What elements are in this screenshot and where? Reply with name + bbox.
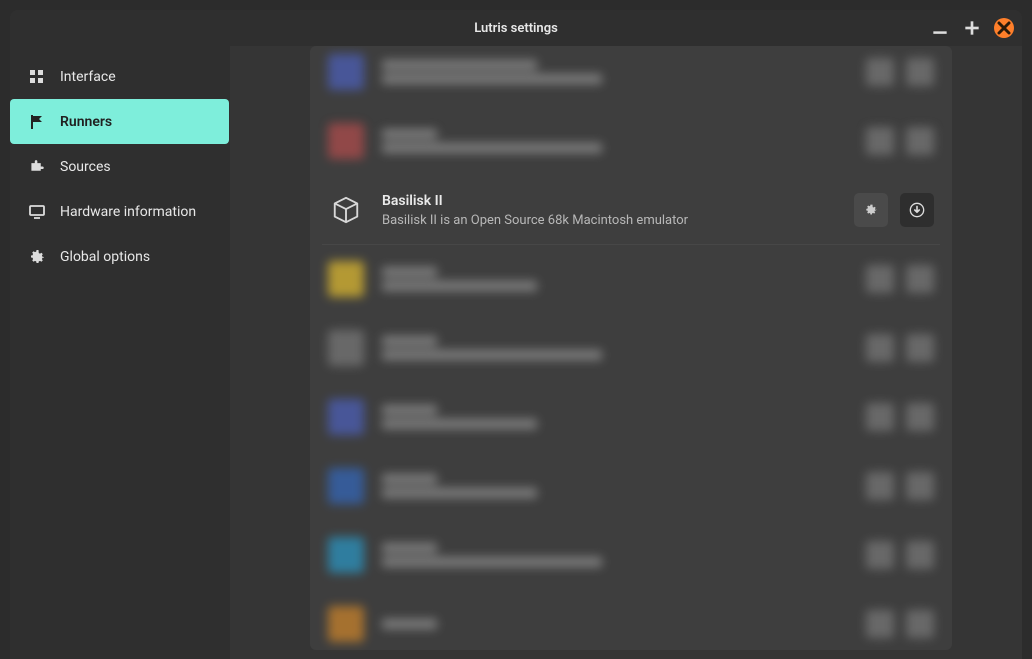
- runner-desc: [382, 419, 537, 429]
- runner-description: Basilisk II is an Open Source 68k Macint…: [382, 213, 836, 228]
- runner-icon: [328, 537, 364, 573]
- configure-button[interactable]: [854, 193, 888, 227]
- runner-name: [382, 619, 437, 629]
- runner-row[interactable]: [322, 590, 940, 646]
- runner-row[interactable]: [322, 50, 940, 107]
- puzzle-icon: [28, 158, 46, 176]
- runner-icon: [328, 261, 364, 297]
- runner-name: Basilisk II: [382, 193, 836, 209]
- runner-row[interactable]: [322, 314, 940, 383]
- runner-name: [382, 474, 437, 484]
- runner-desc: [382, 557, 602, 567]
- runner-name: [382, 543, 437, 553]
- runner-desc: [382, 74, 602, 84]
- window-controls: [930, 18, 1014, 38]
- runner-actions: [854, 193, 934, 227]
- flag-icon: [28, 113, 46, 131]
- sidebar-item-label: Runners: [60, 114, 112, 130]
- runner-row[interactable]: [322, 107, 940, 176]
- runner-row-basilisk[interactable]: Basilisk II Basilisk II is an Open Sourc…: [322, 176, 940, 245]
- sidebar-item-runners[interactable]: Runners: [10, 99, 229, 144]
- sidebar-item-interface[interactable]: Interface: [10, 54, 229, 99]
- runner-icon: [328, 330, 364, 366]
- sidebar-item-label: Global options: [60, 249, 150, 265]
- runner-name: [382, 60, 537, 70]
- minimize-button[interactable]: [930, 18, 950, 38]
- download-button[interactable]: [900, 193, 934, 227]
- maximize-button[interactable]: [962, 18, 982, 38]
- runner-name: [382, 129, 437, 139]
- sidebar-item-label: Sources: [60, 159, 111, 175]
- sidebar-item-hardware[interactable]: Hardware information: [10, 189, 229, 234]
- sidebar-item-global[interactable]: Global options: [10, 234, 229, 279]
- runner-name: [382, 405, 437, 415]
- runner-icon: [328, 54, 364, 90]
- runner-icon: [328, 399, 364, 435]
- runner-desc: [382, 281, 537, 291]
- runner-icon: [328, 606, 364, 642]
- runner-desc: [382, 143, 602, 153]
- grid-icon: [28, 68, 46, 86]
- gear-icon: [28, 248, 46, 266]
- content-pane: Basilisk II Basilisk II is an Open Sourc…: [230, 46, 1022, 659]
- runner-icon: [328, 468, 364, 504]
- cube-icon: [328, 192, 364, 228]
- runner-row[interactable]: [322, 245, 940, 314]
- runner-desc: [382, 488, 537, 498]
- runner-name: [382, 267, 437, 277]
- titlebar: Lutris settings: [10, 10, 1022, 46]
- close-button[interactable]: [994, 18, 1014, 38]
- runner-row[interactable]: [322, 452, 940, 521]
- monitor-icon: [28, 203, 46, 221]
- runner-row[interactable]: [322, 521, 940, 590]
- runner-name: [382, 336, 437, 346]
- sidebar-item-label: Interface: [60, 69, 116, 85]
- runner-icon: [328, 123, 364, 159]
- sidebar-item-label: Hardware information: [60, 204, 196, 220]
- runner-desc: [382, 350, 602, 360]
- runner-row[interactable]: [322, 383, 940, 452]
- settings-window: Lutris settings Interface: [10, 10, 1022, 659]
- window-title: Lutris settings: [474, 21, 558, 36]
- window-body: Interface Runners Sources Hardware infor…: [10, 46, 1022, 659]
- sidebar-item-sources[interactable]: Sources: [10, 144, 229, 189]
- sidebar: Interface Runners Sources Hardware infor…: [10, 46, 230, 659]
- runner-list[interactable]: Basilisk II Basilisk II is an Open Sourc…: [310, 46, 952, 650]
